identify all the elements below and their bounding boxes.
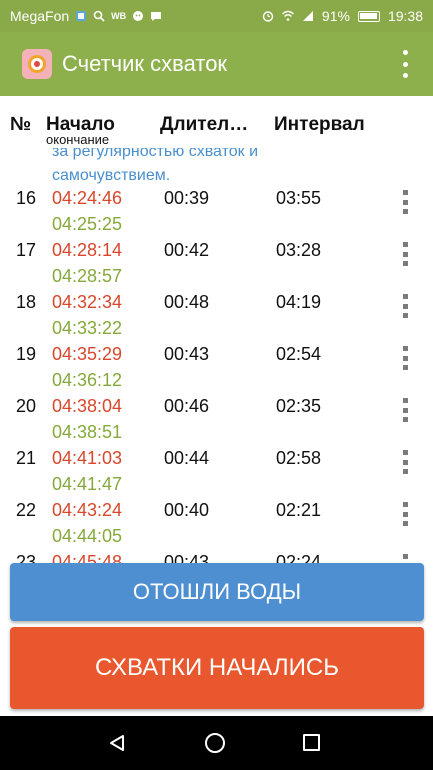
wb-icon: WB — [111, 11, 127, 21]
row-menu-icon[interactable] — [401, 398, 409, 422]
battery-icon — [357, 10, 380, 22]
row-menu-icon[interactable] — [401, 294, 409, 318]
row-number: 22 — [16, 500, 37, 520]
list-item[interactable]: 19 04:35:29 04:36:12 00:43 02:54 — [0, 338, 433, 390]
back-icon[interactable] — [108, 734, 126, 752]
column-interval: Интервал — [274, 114, 365, 135]
interval: 03:55 — [276, 188, 322, 208]
end-time: 04:44:05 — [52, 526, 123, 546]
column-duration: Длител… — [160, 114, 249, 135]
start-time: 04:43:24 — [52, 500, 123, 520]
interval: 02:54 — [276, 344, 322, 364]
notification-app-icon — [76, 11, 87, 21]
row-menu-icon[interactable] — [401, 450, 409, 474]
interval: 02:35 — [276, 396, 322, 416]
start-time: 04:28:14 — [52, 240, 123, 260]
battery-percent: 91% — [321, 8, 350, 24]
end-time: 04:38:51 — [52, 422, 123, 442]
list-item[interactable]: 20 04:38:04 04:38:51 00:46 02:35 — [0, 390, 433, 442]
home-icon[interactable] — [205, 733, 225, 753]
duration: 00:40 — [164, 500, 210, 520]
overflow-menu-icon[interactable] — [399, 50, 411, 78]
chat-icon — [151, 12, 162, 21]
row-number: 21 — [16, 448, 37, 468]
wifi-icon — [281, 10, 294, 21]
duration: 00:48 — [164, 292, 210, 312]
row-number: 17 — [16, 240, 37, 260]
stopwatch-logo-icon — [22, 49, 52, 79]
end-time: 04:25:25 — [52, 214, 123, 234]
contractions-list[interactable]: за регулярностью схваток и самочувствием… — [0, 148, 433, 568]
row-number: 16 — [16, 188, 37, 208]
start-time: 04:41:03 — [52, 448, 123, 468]
interval: 02:21 — [276, 500, 322, 520]
alarm-icon — [262, 11, 274, 22]
start-time: 04:38:04 — [52, 396, 123, 416]
baby-icon — [133, 11, 144, 21]
end-time: 04:33:22 — [52, 318, 123, 338]
clock: 19:38 — [387, 8, 423, 24]
search-icon — [93, 10, 105, 22]
list-item[interactable]: 18 04:32:34 04:33:22 00:48 04:19 — [0, 286, 433, 338]
duration: 00:39 — [164, 188, 210, 208]
intro-line: за регулярностью схваток и — [52, 148, 258, 160]
column-number: № — [10, 114, 32, 135]
list-item[interactable]: 21 04:41:03 04:41:47 00:44 02:58 — [0, 442, 433, 494]
start-time: 04:35:29 — [52, 344, 123, 364]
navigation-bar — [0, 716, 433, 770]
row-number: 18 — [16, 292, 37, 312]
duration: 00:42 — [164, 240, 210, 260]
app-title: Счетчик схваток — [62, 51, 228, 76]
row-menu-icon[interactable] — [401, 346, 409, 370]
row-menu-icon[interactable] — [401, 502, 409, 526]
status-bar: MegaFon WB 91% 19:38 — [0, 0, 433, 32]
contractions-started-button[interactable]: СХВАТКИ НАЧАЛИСЬ — [10, 627, 424, 709]
duration: 00:43 — [164, 344, 210, 364]
row-number: 20 — [16, 396, 37, 416]
list-item[interactable]: 22 04:43:24 04:44:05 00:40 02:21 — [0, 494, 433, 546]
recent-apps-icon[interactable] — [303, 734, 320, 751]
signal-icon — [302, 11, 313, 21]
start-time: 04:24:46 — [52, 188, 123, 208]
list-item[interactable]: 17 04:28:14 04:28:57 00:42 03:28 — [0, 234, 433, 286]
column-header: № Начало окончание Длител… Интервал — [0, 96, 433, 148]
row-menu-icon[interactable] — [401, 190, 409, 214]
end-time: 04:36:12 — [52, 370, 123, 390]
interval: 03:28 — [276, 240, 322, 260]
row-menu-icon[interactable] — [401, 242, 409, 266]
carrier-name: MegaFon — [10, 8, 70, 24]
list-item[interactable]: 16 04:24:46 04:25:25 00:39 03:55 — [0, 182, 433, 234]
screen: MegaFon WB 91% 19:38 Счетчик схваток № Н… — [0, 0, 433, 770]
start-time: 04:32:34 — [52, 292, 123, 312]
end-time: 04:41:47 — [52, 474, 123, 494]
duration: 00:44 — [164, 448, 210, 468]
interval: 04:19 — [276, 292, 322, 312]
column-end: окончание — [46, 132, 110, 147]
end-time: 04:28:57 — [52, 266, 123, 286]
interval: 02:58 — [276, 448, 322, 468]
duration: 00:46 — [164, 396, 210, 416]
row-number: 19 — [16, 344, 37, 364]
water-broke-button[interactable]: ОТОШЛИ ВОДЫ — [10, 563, 424, 621]
app-bar: Счетчик схваток — [0, 32, 433, 96]
